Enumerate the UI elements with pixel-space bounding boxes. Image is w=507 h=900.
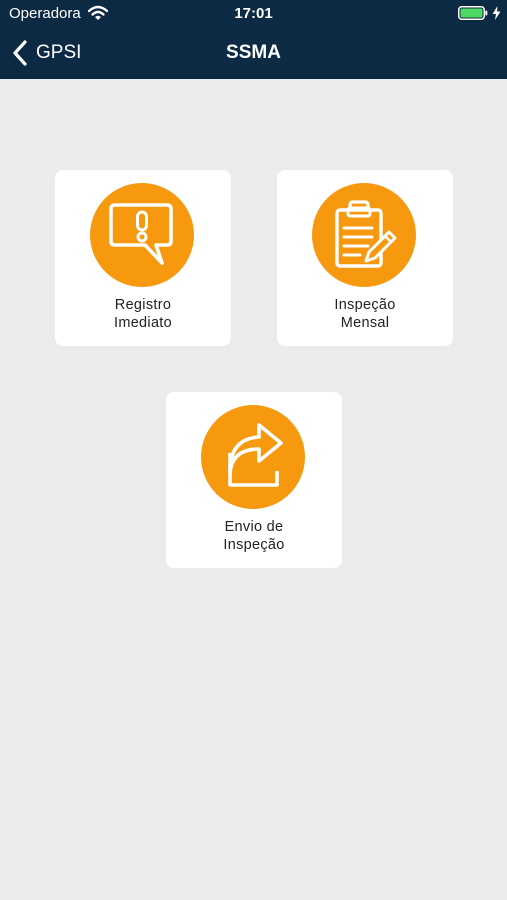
charging-bolt-icon bbox=[492, 6, 501, 20]
tile-label-line2: Mensal bbox=[340, 315, 390, 331]
inspecao-mensal-tile[interactable]: Inspeção Mensal bbox=[277, 170, 453, 346]
battery-icon bbox=[458, 6, 488, 20]
tile-label-line1: Registro bbox=[114, 297, 172, 313]
tile-icon-circle bbox=[312, 183, 416, 287]
envio-inspecao-tile[interactable]: Envio de Inspeção bbox=[166, 392, 342, 568]
tile-label: Envio de Inspeção bbox=[166, 518, 342, 554]
alert-message-icon bbox=[109, 203, 173, 265]
tile-label-line1: Inspeção bbox=[334, 297, 396, 313]
tile-label-line1: Envio de bbox=[224, 519, 284, 535]
tile-icon-circle bbox=[90, 183, 194, 287]
page-title: SSMA bbox=[226, 42, 281, 63]
tile-label: Registro Imediato bbox=[55, 296, 231, 332]
share-arrow-icon bbox=[228, 423, 283, 487]
clipboard-edit-icon bbox=[335, 200, 397, 268]
tile-label-line2: Inspeção bbox=[223, 537, 285, 553]
registro-imediato-tile[interactable]: Registro Imediato bbox=[55, 170, 231, 346]
tile-label-line2: Imediato bbox=[113, 315, 172, 331]
tile-icon-circle bbox=[201, 405, 305, 509]
navigation-bar: GPSI SSMA bbox=[0, 28, 507, 79]
app-header: Operadora 17:01 GPSI SSMA bbox=[0, 0, 507, 79]
status-bar: Operadora 17:01 bbox=[0, 0, 507, 28]
tile-label: Inspeção Mensal bbox=[277, 296, 453, 332]
status-time: 17:01 bbox=[234, 5, 273, 22]
